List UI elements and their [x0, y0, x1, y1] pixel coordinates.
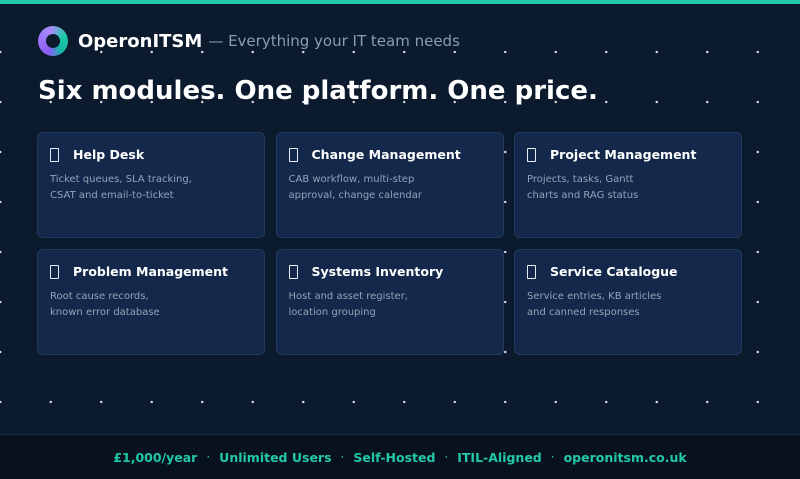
module-card-problem-management: Problem Management Root cause records, k… — [37, 249, 265, 355]
module-icon — [527, 264, 536, 279]
brand-name: OperonITSM — [78, 30, 203, 52]
brand-header: OperonITSM — Everything your IT team nee… — [38, 26, 460, 56]
footer-hosting: Self-Hosted — [353, 449, 436, 465]
module-card-change-management: Change Management CAB workflow, multi-st… — [275, 132, 504, 238]
module-icon — [288, 147, 298, 162]
module-description: Projects, tasks, Gantt charts and RAG st… — [527, 174, 639, 201]
module-title: Service Catalogue — [550, 264, 678, 279]
module-description: CAB workflow, multi-step approval, chang… — [288, 174, 422, 201]
footer-separator: · — [444, 450, 449, 464]
footer-website-link[interactable]: operonitsm.co.uk — [564, 450, 687, 465]
module-grid: Help Desk Ticket queues, SLA tracking, C… — [37, 132, 742, 355]
module-icon — [50, 264, 59, 279]
footer-itil: ITIL-Aligned — [457, 449, 542, 465]
module-description: Ticket queues, SLA tracking, CSAT and em… — [50, 174, 192, 201]
module-title: Change Management — [311, 147, 461, 162]
brand-tagline: — Everything your IT team needs — [208, 32, 460, 50]
module-card-systems-inventory: Systems Inventory Host and asset registe… — [275, 249, 504, 355]
module-card-service-catalogue: Service Catalogue Service entries, KB ar… — [514, 249, 742, 355]
module-icon — [527, 147, 536, 162]
module-title: Project Management — [550, 147, 697, 162]
module-icon — [288, 264, 298, 279]
module-icon — [50, 147, 59, 162]
module-description: Host and asset register, location groupi… — [288, 291, 408, 318]
footer-separator: · — [550, 450, 555, 464]
module-card-help-desk: Help Desk Ticket queues, SLA tracking, C… — [37, 132, 265, 238]
footer-bar: £1,000/year · Unlimited Users · Self-Hos… — [0, 434, 800, 479]
footer-users: Unlimited Users — [219, 449, 332, 465]
module-description: Service entries, KB articles and canned … — [527, 291, 662, 318]
module-description: Root cause records, known error database — [50, 291, 160, 318]
page-headline: Six modules. One platform. One price. — [38, 76, 598, 106]
module-title: Systems Inventory — [311, 264, 444, 279]
footer-separator: · — [340, 450, 345, 464]
footer-price: £1,000/year — [113, 449, 198, 465]
module-title: Problem Management — [73, 264, 229, 279]
module-title: Help Desk — [73, 147, 145, 162]
footer-separator: · — [206, 450, 211, 464]
module-card-project-management: Project Management Projects, tasks, Gant… — [514, 132, 742, 238]
logo-icon — [38, 26, 68, 56]
